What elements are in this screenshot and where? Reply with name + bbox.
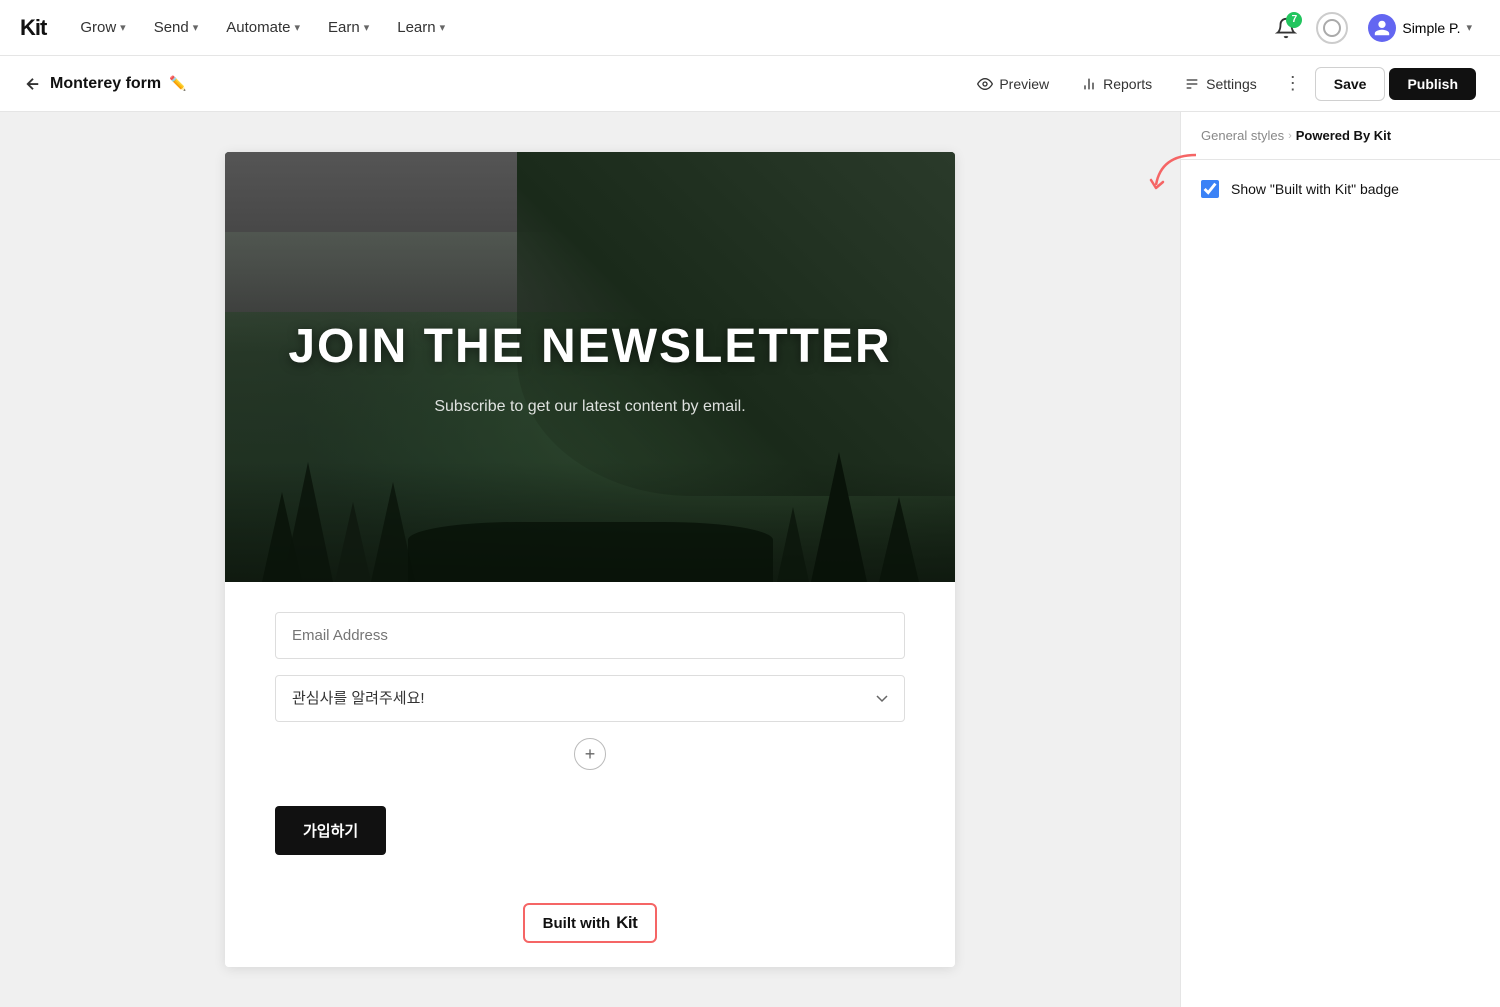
main-layout: JOIN THE NEWSLETTER Subscribe to get our… xyxy=(0,112,1500,1007)
preview-button[interactable]: Preview xyxy=(963,68,1063,100)
form-hero-subtitle: Subscribe to get our latest content by e… xyxy=(434,398,745,416)
top-nav: Kit Grow ▾ Send ▾ Automate ▾ Earn ▾ Lear… xyxy=(0,0,1500,56)
settings-icon xyxy=(1184,76,1200,92)
profile-menu[interactable]: Simple P. ▾ xyxy=(1360,10,1480,46)
nav-earn-label: Earn xyxy=(328,19,360,36)
built-with-text: Built with xyxy=(543,915,611,932)
nav-automate[interactable]: Automate ▾ xyxy=(216,13,310,42)
chevron-down-icon: ▾ xyxy=(440,21,446,34)
nav-grow[interactable]: Grow ▾ xyxy=(70,13,135,42)
breadcrumb-chevron-icon: › xyxy=(1288,130,1292,142)
show-badge-label[interactable]: Show "Built with Kit" badge xyxy=(1231,181,1399,197)
form-hero: JOIN THE NEWSLETTER Subscribe to get our… xyxy=(225,152,955,582)
breadcrumb-current: Powered By Kit xyxy=(1296,128,1391,143)
show-badge-toggle-row: Show "Built with Kit" badge xyxy=(1201,180,1480,198)
kit-logo-in-badge: Kit xyxy=(616,913,637,933)
more-options-button[interactable]: ⋮ xyxy=(1275,66,1311,102)
form-hero-title: JOIN THE NEWSLETTER xyxy=(288,319,891,374)
email-field[interactable] xyxy=(275,612,905,659)
notification-badge: 7 xyxy=(1286,12,1302,28)
chevron-down-icon: ▾ xyxy=(295,21,301,34)
panel-breadcrumb: General styles › Powered By Kit xyxy=(1181,112,1500,160)
preview-label: Preview xyxy=(999,76,1049,92)
chevron-down-icon: ▾ xyxy=(193,21,199,34)
show-badge-checkbox[interactable] xyxy=(1201,180,1219,198)
nav-right: 7 Simple P. ▾ xyxy=(1268,10,1480,46)
chevron-down-icon: ▾ xyxy=(1466,21,1472,34)
form-body: 관심사를 알려주세요! + 가입하기 Built with Kit xyxy=(225,582,955,967)
back-arrow-icon xyxy=(24,75,42,93)
nav-learn-label: Learn xyxy=(397,19,435,36)
edit-icon[interactable]: ✏️ xyxy=(165,71,190,96)
chevron-down-icon: ▾ xyxy=(364,21,370,34)
nav-grow-label: Grow xyxy=(80,19,116,36)
nav-learn[interactable]: Learn ▾ xyxy=(387,13,455,42)
settings-label: Settings xyxy=(1206,76,1257,92)
panel-content: Show "Built with Kit" badge xyxy=(1181,160,1500,218)
chart-icon xyxy=(1081,76,1097,92)
logo[interactable]: Kit xyxy=(20,15,46,41)
reports-button[interactable]: Reports xyxy=(1067,68,1166,100)
add-field-button[interactable]: + xyxy=(574,738,606,770)
avatar xyxy=(1368,14,1396,42)
settings-button[interactable]: Settings xyxy=(1170,68,1271,100)
right-panel: General styles › Powered By Kit Show "Bu… xyxy=(1180,112,1500,1007)
save-button[interactable]: Save xyxy=(1315,67,1386,101)
sub-nav: Monterey form ✏️ Preview Reports Setting… xyxy=(0,56,1500,112)
reports-label: Reports xyxy=(1103,76,1152,92)
nav-send-label: Send xyxy=(154,19,189,36)
notifications-button[interactable]: 7 xyxy=(1268,10,1304,46)
breadcrumb-general-styles[interactable]: General styles xyxy=(1201,128,1284,143)
sub-nav-right: Preview Reports Settings ⋮ Save Publish xyxy=(963,66,1476,102)
profile-name: Simple P. xyxy=(1402,20,1460,36)
center-content: JOIN THE NEWSLETTER Subscribe to get our… xyxy=(0,112,1180,1007)
chevron-down-icon: ▾ xyxy=(120,21,126,34)
publish-button[interactable]: Publish xyxy=(1389,68,1476,100)
eye-icon xyxy=(977,76,993,92)
nav-send[interactable]: Send ▾ xyxy=(144,13,209,42)
back-button[interactable]: Monterey form xyxy=(24,75,161,93)
form-title: Monterey form xyxy=(50,75,161,93)
status-indicator xyxy=(1316,12,1348,44)
form-preview-card: JOIN THE NEWSLETTER Subscribe to get our… xyxy=(225,152,955,967)
submit-button[interactable]: 가입하기 xyxy=(275,806,386,855)
interest-dropdown[interactable]: 관심사를 알려주세요! xyxy=(275,675,905,722)
nav-earn[interactable]: Earn ▾ xyxy=(318,13,379,42)
nav-automate-label: Automate xyxy=(226,19,290,36)
built-with-kit-badge[interactable]: Built with Kit xyxy=(523,903,658,943)
